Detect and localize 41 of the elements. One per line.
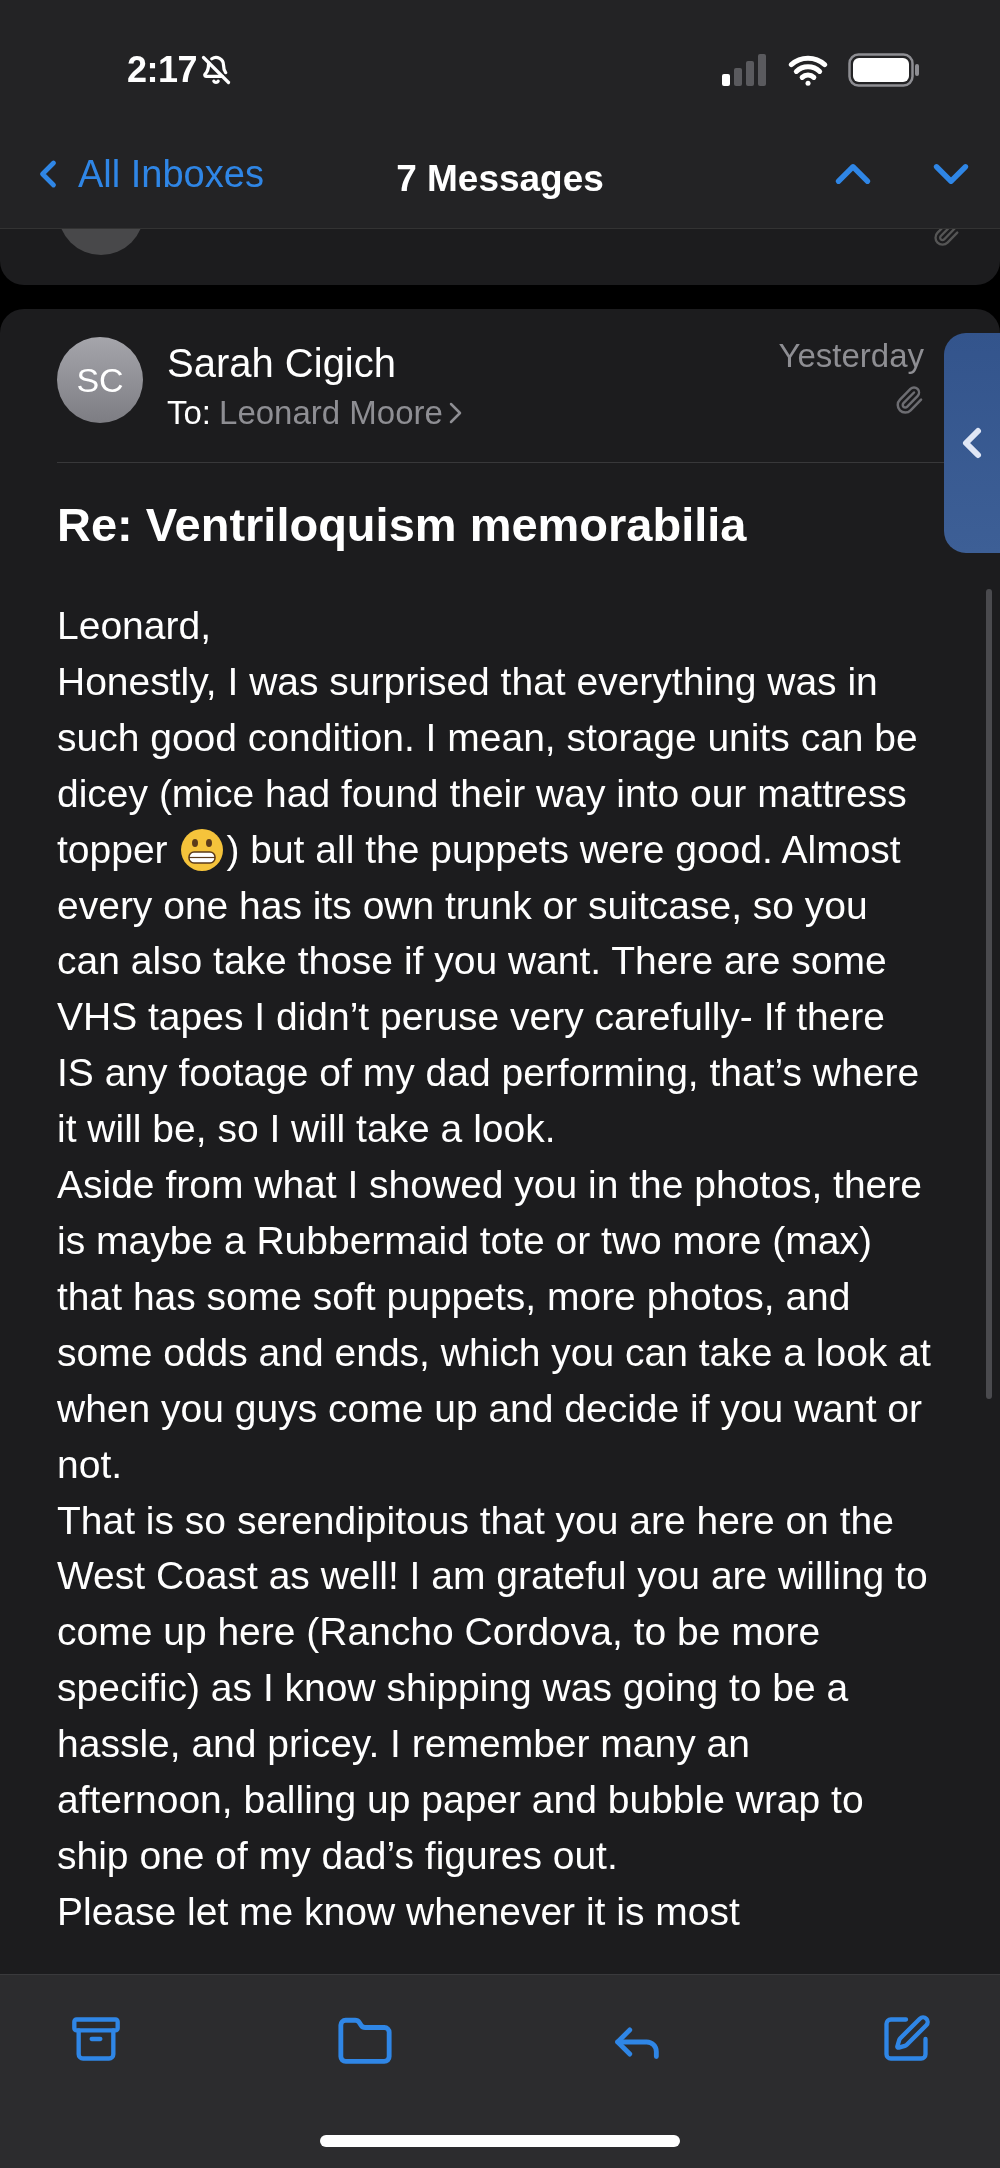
- body-text-line: Honestly, I was surprised that everything was in: [57, 658, 879, 705]
- grimacing-emoji-icon: [180, 827, 225, 872]
- message-date: Yesterday: [778, 337, 924, 375]
- bell-slash-icon: [201, 55, 232, 85]
- message-count-title: 7 Messages: [396, 158, 604, 200]
- recipient-link[interactable]: Leonard Moore: [219, 394, 462, 432]
- paperclip-icon: [894, 385, 924, 415]
- body-text-line: afternoon, balling up paper and bubble wrap to: [57, 1777, 865, 1824]
- body-text-line: every one has its own trunk or suitcase, so you: [57, 882, 869, 929]
- signal-icon: [722, 54, 768, 86]
- body-text-line: such good condition. I mean, storage units can be: [57, 714, 919, 761]
- back-button[interactable]: All Inboxes: [26, 152, 264, 196]
- status-time: 2:17: [127, 49, 198, 91]
- body-text-line: some odds and ends, which you can take a look at: [57, 1329, 932, 1376]
- body-text: topper: [57, 826, 169, 873]
- body-text-line: That is so serendipitous that you are here on the: [57, 1497, 895, 1544]
- to-label: To:: [167, 394, 212, 432]
- body-text-line: is maybe a Rubbermaid tote or two more (max): [57, 1217, 873, 1264]
- body-text-line: Please let me know whenever it is most: [57, 1888, 741, 1935]
- body-text-line: dicey (mice had found their way into our mattress: [57, 770, 908, 817]
- side-panel-handle[interactable]: [944, 333, 1000, 553]
- body-text-line: West Coast as well! I am grateful you are willing to: [57, 1553, 929, 1600]
- body-text-line: come up here (Rancho Cordova, to be more: [57, 1609, 822, 1656]
- body-text-line: when you guys come up and decide if you want or: [57, 1385, 924, 1432]
- body-text-line: ship one of my dad’s figures out.: [57, 1832, 619, 1879]
- sender-avatar: SC: [57, 337, 143, 423]
- body-text-line: not.: [57, 1441, 124, 1488]
- body-text-line: can also take those if you want. There are some: [57, 938, 888, 985]
- body-text: ) but all the puppets were good. Almost: [226, 826, 901, 873]
- body-text-line: specific) as I know shipping was going to be a: [57, 1665, 850, 1712]
- body-text-line: hassle, and pricey. I remember many an: [57, 1721, 751, 1768]
- chevron-right-icon: [448, 402, 462, 424]
- body-text-line: that has some soft puppets, more photos, and: [57, 1273, 852, 1320]
- battery-icon: [848, 53, 920, 87]
- body-text-line: it will be, so I will take a look.: [57, 1106, 557, 1153]
- sender-name: Sarah Cigich: [167, 341, 397, 386]
- body-text-line: VHS tapes I didn’t peruse very carefully- If there: [57, 994, 887, 1041]
- body-text-line: Aside from what I showed you in the photos, there: [57, 1162, 923, 1209]
- message-subject: Re: Ventriloquism memorabilia: [57, 497, 748, 552]
- body-text-line: Leonard,: [57, 603, 212, 649]
- body-text-line: IS any footage of my dad performing, that’s where: [57, 1050, 921, 1097]
